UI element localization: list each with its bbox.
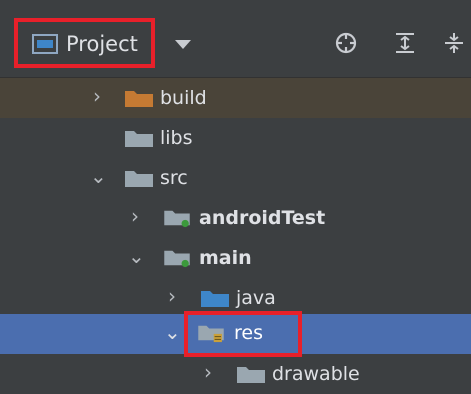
tree-item-label: libs — [160, 127, 193, 149]
tree-row-build[interactable]: › build — [0, 78, 471, 118]
project-highlight-box — [14, 18, 155, 68]
chevron-down-icon[interactable]: ⌄ — [164, 322, 184, 342]
tree-item-label: drawable — [272, 363, 360, 385]
folder-icon — [125, 171, 153, 187]
chevron-down-icon[interactable]: ⌄ — [128, 246, 148, 266]
tree-item-label: src — [160, 167, 188, 189]
collapse-all-icon[interactable] — [441, 30, 467, 56]
tree-row-androidtest[interactable]: › androidTest — [0, 198, 471, 238]
tree-item-label: androidTest — [199, 207, 326, 229]
source-folder-icon — [164, 210, 190, 228]
folder-icon — [201, 291, 229, 307]
res-highlight-box — [184, 311, 302, 357]
expand-all-icon[interactable] — [392, 30, 418, 56]
chevron-right-icon[interactable]: › — [93, 86, 113, 106]
tree-row-src[interactable]: ⌄ src — [0, 158, 471, 198]
tree-row-main[interactable]: ⌄ main — [0, 238, 471, 278]
folder-icon — [125, 91, 153, 107]
folder-icon — [125, 131, 153, 147]
chevron-right-icon[interactable]: › — [204, 362, 224, 382]
chevron-right-icon[interactable]: › — [168, 286, 188, 306]
chevron-down-icon[interactable] — [175, 40, 191, 49]
tree-item-label: main — [199, 247, 252, 269]
tree-row-libs[interactable]: libs — [0, 118, 471, 158]
chevron-down-icon[interactable]: ⌄ — [90, 166, 110, 186]
source-folder-icon — [164, 250, 190, 268]
target-icon[interactable] — [333, 30, 359, 56]
chevron-right-icon[interactable]: › — [131, 206, 151, 226]
tree-item-label: build — [160, 87, 207, 109]
folder-icon — [237, 367, 265, 383]
tree-row-drawable[interactable]: › drawable — [0, 354, 471, 394]
tree-item-label: java — [236, 287, 276, 309]
